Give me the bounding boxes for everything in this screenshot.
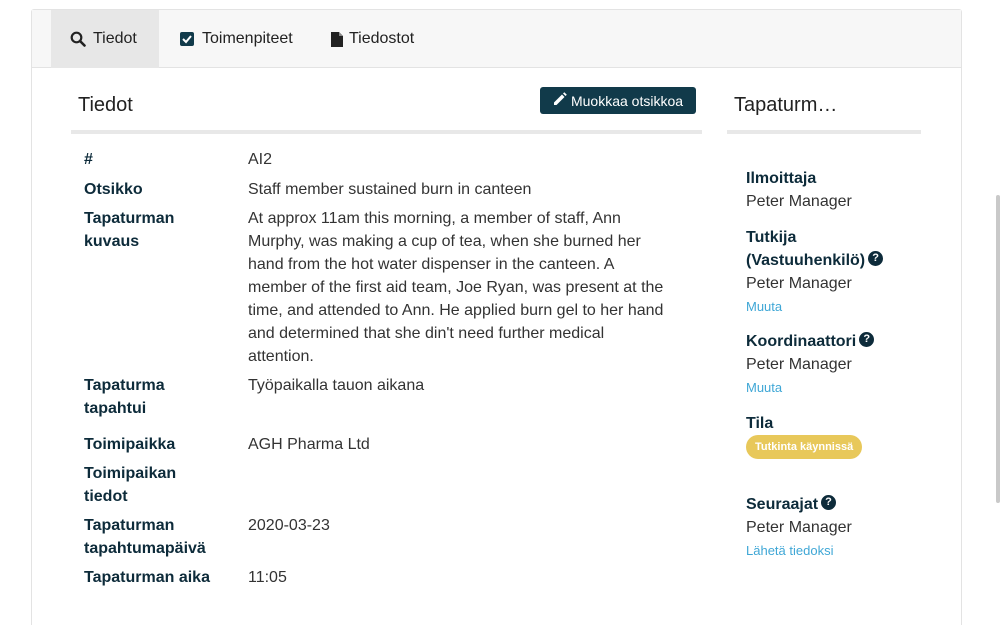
tab-label: Tiedot — [93, 30, 137, 47]
reporter-label: Ilmoittaja — [746, 170, 817, 187]
status-badge: Tutkinta käynnissä — [746, 435, 863, 459]
scrollbar[interactable] — [996, 195, 1000, 503]
reporter-value: Peter Manager — [746, 193, 852, 210]
followers-value: Peter Manager — [746, 519, 852, 536]
field-value-description: At approx 11am this morning, a member of… — [248, 210, 664, 365]
tab-label: Tiedostot — [349, 30, 415, 47]
field-label-time: Tapaturman aika — [84, 569, 210, 586]
sidebar-divider — [727, 130, 921, 134]
investigator-label-text: Tutkija (Vastuuhenkilö) — [746, 229, 866, 269]
tab-tiedostot[interactable]: Tiedostot — [328, 10, 428, 68]
help-icon[interactable]: ? — [859, 332, 875, 348]
tab-bar: Tiedot Toimenpiteet Tiedostot — [32, 10, 961, 68]
field-label-title: Otsikko — [84, 181, 143, 198]
field-label-description: Tapaturman kuvaus — [84, 210, 175, 250]
edit-title-button[interactable]: Muokkaa otsikkoa — [540, 87, 696, 114]
field-label-date: Tapaturman tapahtumapäivä — [84, 517, 206, 557]
coordinator-label: Koordinaattori? — [746, 330, 875, 353]
field-label-site-details: Toimipaikan tiedot — [84, 465, 177, 505]
field-label-site: Toimipaikka — [84, 436, 176, 453]
change-investigator-link[interactable]: Muuta — [746, 298, 782, 316]
help-icon[interactable]: ? — [868, 251, 884, 267]
followers-label: Seuraajat? — [746, 493, 837, 516]
tab-label: Toimenpiteet — [202, 30, 293, 47]
coordinator-label-text: Koordinaattori — [746, 333, 857, 350]
check-square-icon — [178, 30, 196, 48]
file-icon — [328, 30, 346, 48]
investigator-label: Tutkija (Vastuuhenkilö)? — [746, 226, 896, 272]
field-value-title: Staff member sustained burn in canteen — [248, 181, 532, 198]
field-value-occurred: Työpaikalla tauon aikana — [248, 377, 425, 394]
field-label-occurred: Tapaturma tapahtui — [84, 377, 165, 417]
search-icon — [69, 30, 87, 48]
notify-link[interactable]: Lähetä tiedoksi — [746, 542, 833, 560]
edit-button-label: Muokkaa otsikkoa — [570, 92, 684, 109]
details-divider — [71, 130, 702, 134]
status-label: Tila — [746, 415, 774, 432]
investigator-value: Peter Manager — [746, 275, 852, 292]
pencil-icon — [553, 92, 567, 109]
coordinator-value: Peter Manager — [746, 356, 852, 373]
followers-label-text: Seuraajat — [746, 496, 819, 513]
field-value-date: 2020-03-23 — [248, 517, 330, 534]
change-coordinator-link[interactable]: Muuta — [746, 379, 782, 397]
field-value-time: 11:05 — [248, 569, 287, 586]
field-value-site: AGH Pharma Ltd — [248, 436, 370, 453]
sidebar-title: Tapaturm… — [734, 94, 838, 116]
field-value-id: AI2 — [248, 151, 273, 168]
help-icon[interactable]: ? — [821, 495, 837, 511]
tab-toimenpiteet[interactable]: Toimenpiteet — [178, 10, 308, 68]
tab-tiedot[interactable]: Tiedot — [51, 10, 159, 68]
details-title: Tiedot — [78, 94, 133, 116]
field-label-id: # — [84, 151, 93, 168]
